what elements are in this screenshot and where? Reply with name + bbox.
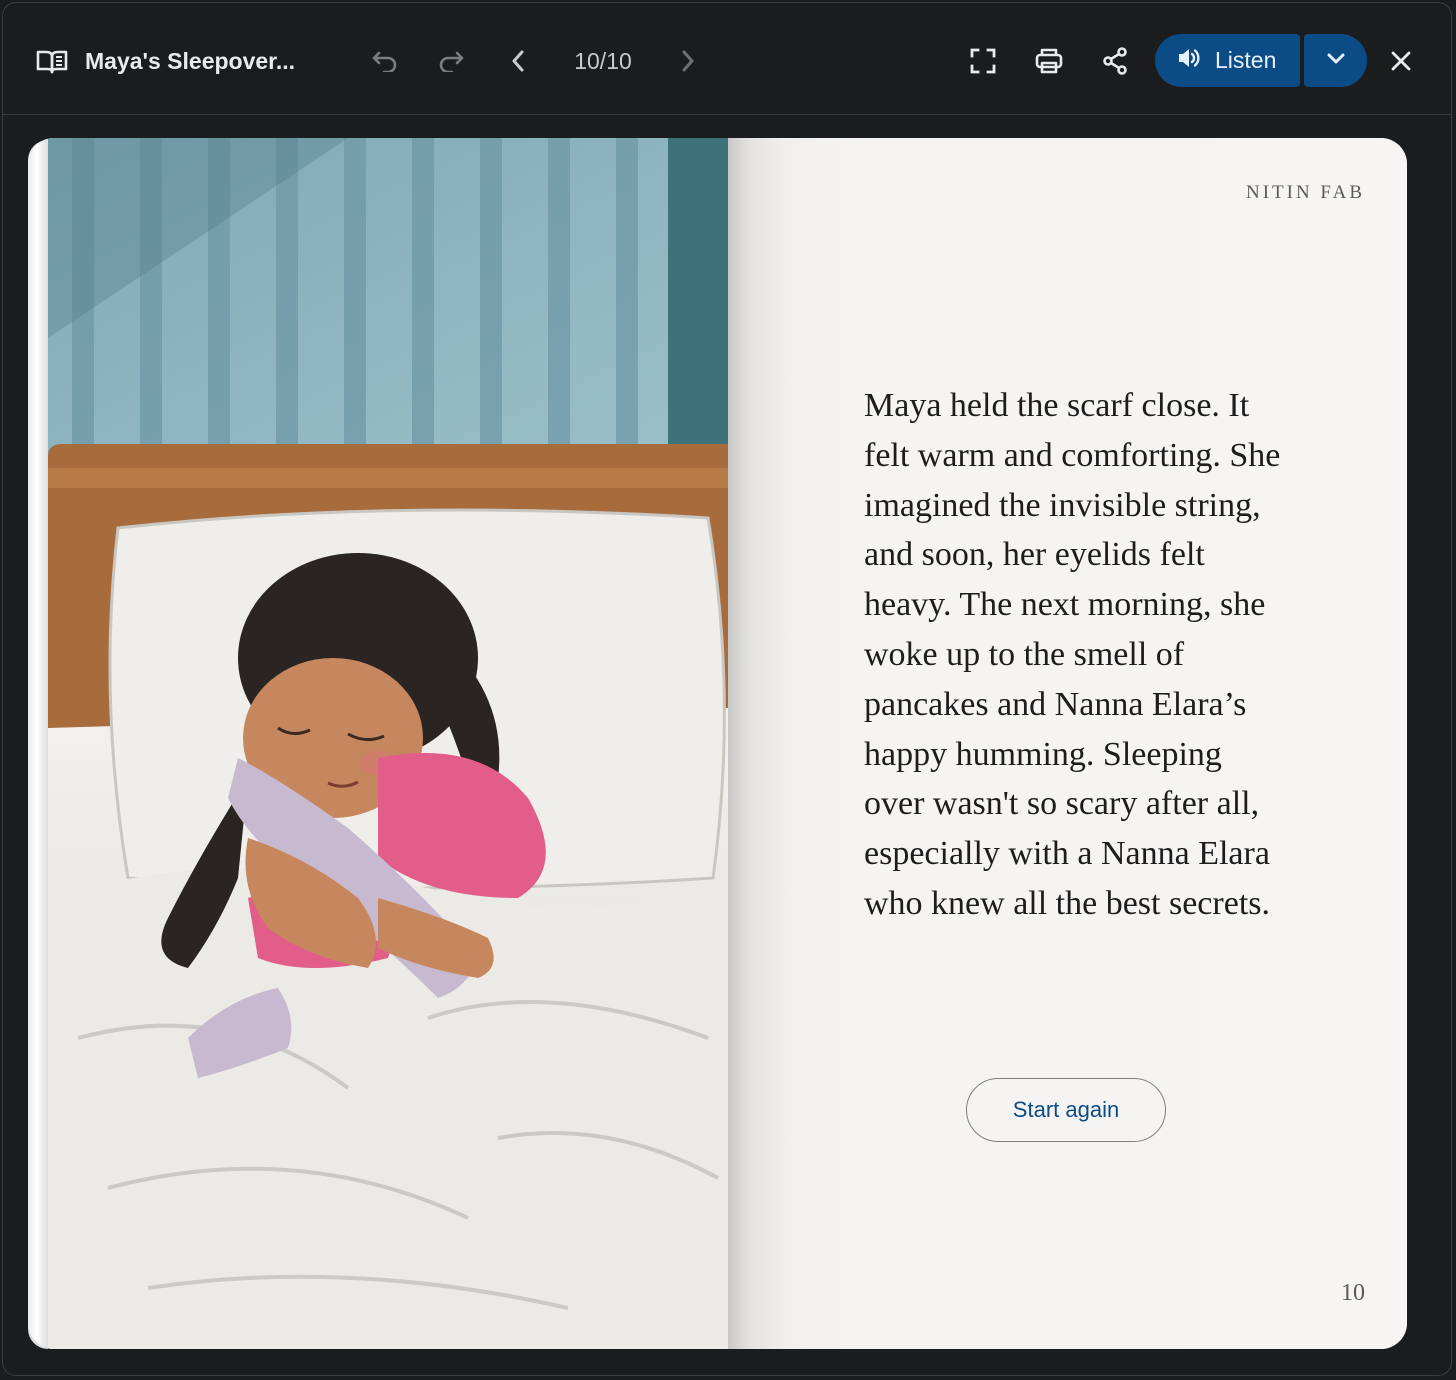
story-text: Maya held the scarf close. It felt warm …	[864, 387, 1281, 922]
close-icon[interactable]	[1383, 43, 1419, 79]
print-icon[interactable]	[1031, 43, 1067, 79]
toolbar: Maya's Sleepover... 10/10 Listen	[3, 3, 1451, 115]
listen-button[interactable]: Listen	[1155, 34, 1300, 87]
undo-icon[interactable]	[367, 43, 403, 79]
volume-icon	[1177, 47, 1201, 75]
chevron-right-icon[interactable]	[670, 43, 706, 79]
share-icon[interactable]	[1097, 43, 1133, 79]
start-again-button[interactable]: Start again	[966, 1078, 1166, 1142]
chevron-down-icon	[1327, 52, 1345, 70]
text-page: NITIN FAB Maya held the scarf close. It …	[728, 138, 1407, 1349]
story-illustration	[48, 138, 728, 1349]
chevron-left-icon[interactable]	[500, 43, 536, 79]
open-book: NITIN FAB Maya held the scarf close. It …	[28, 138, 1407, 1349]
listen-label: Listen	[1215, 47, 1277, 73]
book-open-icon	[35, 45, 69, 79]
page-indicator: 10/10	[574, 48, 632, 74]
redo-icon[interactable]	[433, 43, 469, 79]
page-stack-edge	[28, 138, 50, 1349]
fullscreen-icon[interactable]	[965, 43, 1001, 79]
listen-options-dropdown[interactable]	[1304, 34, 1367, 87]
author-name: NITIN FAB	[1245, 182, 1365, 203]
book-title: Maya's Sleepover...	[85, 48, 296, 74]
page-number: 10	[1341, 1280, 1365, 1306]
